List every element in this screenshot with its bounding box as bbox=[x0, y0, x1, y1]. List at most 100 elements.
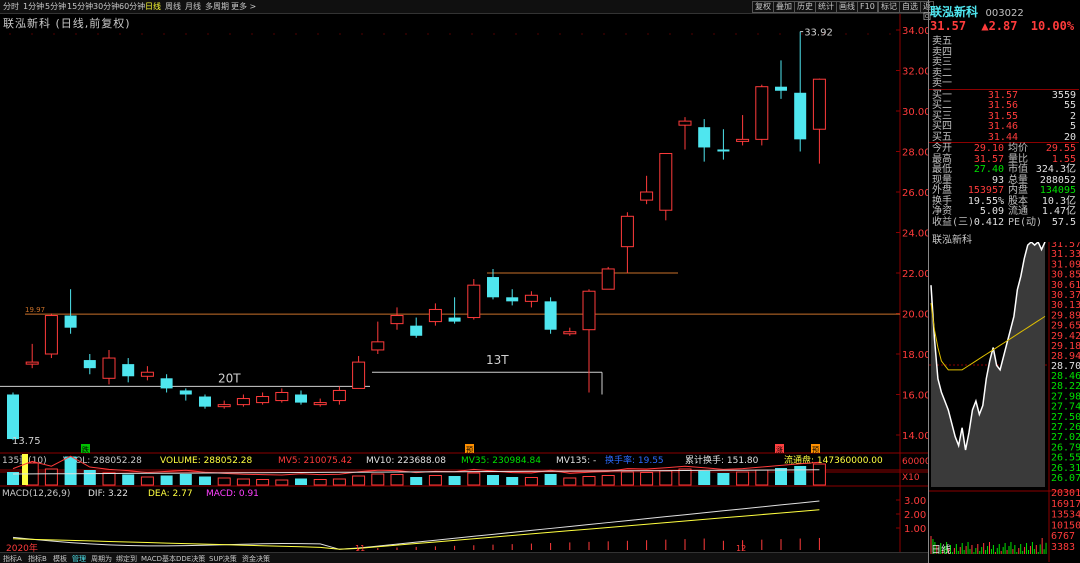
intraday-mini-chart[interactable]: 31.5731.3331.0930.8530.6130.3730.1329.89… bbox=[929, 242, 1080, 562]
stat-value: 0.412 bbox=[973, 216, 1004, 228]
bottom-tab-2[interactable]: 模板 bbox=[53, 554, 67, 563]
stat-key: 均价 bbox=[1008, 143, 1028, 154]
grid-dot bbox=[559, 33, 561, 35]
candle-body bbox=[582, 290, 596, 331]
bid-label: 买五 bbox=[932, 131, 952, 143]
timeframe-10[interactable]: 更多 > bbox=[231, 1, 256, 12]
timeframe-4[interactable]: 30分钟 bbox=[93, 1, 119, 12]
bottom-tab-1[interactable]: 指标B bbox=[28, 554, 47, 563]
toolbar-button-3[interactable]: 统计 bbox=[815, 1, 837, 13]
bottom-tab-7[interactable]: DDE决策 bbox=[176, 554, 205, 563]
macd-tick-label: 1.00 bbox=[904, 524, 926, 535]
toolbar-button-5[interactable]: F10 bbox=[857, 1, 878, 13]
mini-vol-tick: 20301 bbox=[1051, 488, 1080, 499]
price-line: 31.57 ▲2.87 10.00% bbox=[930, 19, 1080, 33]
timeframe-1[interactable]: 1分钟 bbox=[23, 1, 44, 12]
toolbar-button-0[interactable]: 复权 bbox=[752, 1, 774, 13]
stat-value: 29.55 bbox=[1045, 143, 1076, 154]
volume-header-item-5: MV35: 230984.84 bbox=[461, 456, 541, 466]
candle-body bbox=[313, 402, 327, 406]
volume-bar bbox=[199, 476, 211, 485]
volume-bar bbox=[217, 477, 231, 486]
ask-label: 卖五 bbox=[932, 36, 952, 47]
volume-tick-label: 60000 bbox=[902, 457, 928, 467]
timeframe-3[interactable]: 15分钟 bbox=[67, 1, 93, 12]
price-tick-label: 24.00 bbox=[902, 229, 928, 240]
bid-volume: 2 bbox=[1069, 110, 1076, 122]
toolbar-button-1[interactable]: 叠加 bbox=[773, 1, 795, 13]
bid-price: 31.46 bbox=[987, 121, 1018, 132]
bottom-tab-0[interactable]: 指标A bbox=[3, 554, 22, 563]
price-tick-label: 20.00 bbox=[902, 310, 928, 321]
grid-dot bbox=[317, 33, 319, 35]
toolbar-button-6[interactable]: 标记 bbox=[878, 1, 900, 13]
volume-bar bbox=[140, 476, 154, 486]
kline-chart[interactable]: 34.00 32.00 30.00 28.00 26.00 24.00 22.00 20.00… bbox=[0, 14, 928, 552]
volume-bar bbox=[295, 478, 307, 485]
bid-row: 买一 31.57 3559 bbox=[932, 90, 1078, 101]
bid-price: 31.55 bbox=[987, 110, 1018, 122]
timeframe-0[interactable]: 分时 bbox=[3, 1, 19, 12]
stat-key: 总量 bbox=[1008, 174, 1028, 186]
timeframe-5[interactable]: 60分钟 bbox=[119, 1, 145, 12]
candle-body bbox=[390, 315, 404, 325]
volume-header-item-4: MV10: 223688.08 bbox=[366, 456, 446, 466]
bottom-tab-4[interactable]: 周期为 bbox=[91, 554, 112, 563]
grid-dot bbox=[867, 33, 869, 35]
timeframe-6[interactable]: 日线 bbox=[145, 1, 161, 12]
grid-dot bbox=[119, 33, 121, 35]
candle-body bbox=[563, 331, 577, 335]
toolbar-button-4[interactable]: 画线 bbox=[836, 1, 858, 13]
grid-dot bbox=[75, 33, 77, 35]
toolbar-button-7[interactable]: 自选 bbox=[899, 1, 921, 13]
timeframe-8[interactable]: 月线 bbox=[185, 1, 201, 12]
bid-label: 买三 bbox=[932, 110, 952, 122]
toolbar-button-2[interactable]: 历史 bbox=[794, 1, 816, 13]
bid-label: 买二 bbox=[932, 100, 952, 111]
timeframe-9[interactable]: 多周期 bbox=[205, 1, 229, 12]
volume-bar bbox=[467, 472, 481, 486]
candle-body bbox=[160, 378, 173, 389]
grid-dot bbox=[691, 33, 693, 35]
grid-dot bbox=[735, 33, 737, 35]
bottom-tab-9[interactable]: 资金决策 bbox=[242, 554, 270, 563]
bottom-tab-5[interactable]: 绑定到 bbox=[116, 554, 137, 563]
candle-body bbox=[717, 149, 730, 152]
timeframe-7[interactable]: 周线 bbox=[165, 1, 181, 12]
stat-value: 29.10 bbox=[973, 143, 1004, 154]
volume-unit-label: X10 bbox=[902, 473, 920, 483]
stat-key: 净资 bbox=[932, 206, 952, 217]
grid-dot bbox=[845, 33, 847, 35]
timeframe-toolbar: 分时 1分钟 5分钟 15分钟 30分钟 60分钟 日线 周线 月线 多周期 更多 > 复权 叠加 历史统… bbox=[0, 0, 934, 21]
candle-body bbox=[295, 394, 307, 403]
volume-bar bbox=[717, 473, 730, 485]
volume-bar bbox=[601, 475, 615, 486]
volume-bar bbox=[313, 479, 327, 486]
candle-body bbox=[775, 86, 787, 91]
ask-label: 卖三 bbox=[932, 57, 952, 68]
candle-body bbox=[812, 78, 826, 130]
stats-row: 收益(三) 0.412 PE(动) 57.5 bbox=[932, 217, 1078, 228]
stat-value: 134095 bbox=[1039, 185, 1076, 196]
stats-row: 最高 31.57 量比 1.55 bbox=[932, 154, 1078, 165]
candle-body bbox=[698, 127, 711, 148]
candle-body bbox=[102, 357, 116, 379]
bottom-tab-8[interactable]: SUP决策 bbox=[209, 554, 237, 563]
ask-row: 卖五 bbox=[932, 36, 1078, 47]
candle-body bbox=[794, 92, 807, 140]
price-tick-label: 32.00 bbox=[902, 67, 928, 78]
volume-bar bbox=[410, 477, 423, 485]
volume-header-item-3: MV5: 210075.42 bbox=[278, 456, 352, 466]
volume-bar bbox=[698, 471, 711, 485]
candle-body bbox=[506, 297, 519, 302]
ask-row: 卖二 bbox=[932, 68, 1078, 79]
bottom-tab-6[interactable]: MACD基本 bbox=[141, 554, 176, 563]
bottom-tab-3[interactable]: 管理 bbox=[72, 554, 86, 563]
bid-label: 买一 bbox=[932, 89, 952, 101]
stat-value: 288052 bbox=[1039, 174, 1076, 186]
grid-dot bbox=[449, 33, 451, 35]
ask-label: 卖一 bbox=[932, 78, 952, 89]
timeframe-2[interactable]: 5分钟 bbox=[45, 1, 66, 12]
ask-row: 卖一 bbox=[932, 78, 1078, 89]
grid-dot bbox=[251, 33, 253, 35]
